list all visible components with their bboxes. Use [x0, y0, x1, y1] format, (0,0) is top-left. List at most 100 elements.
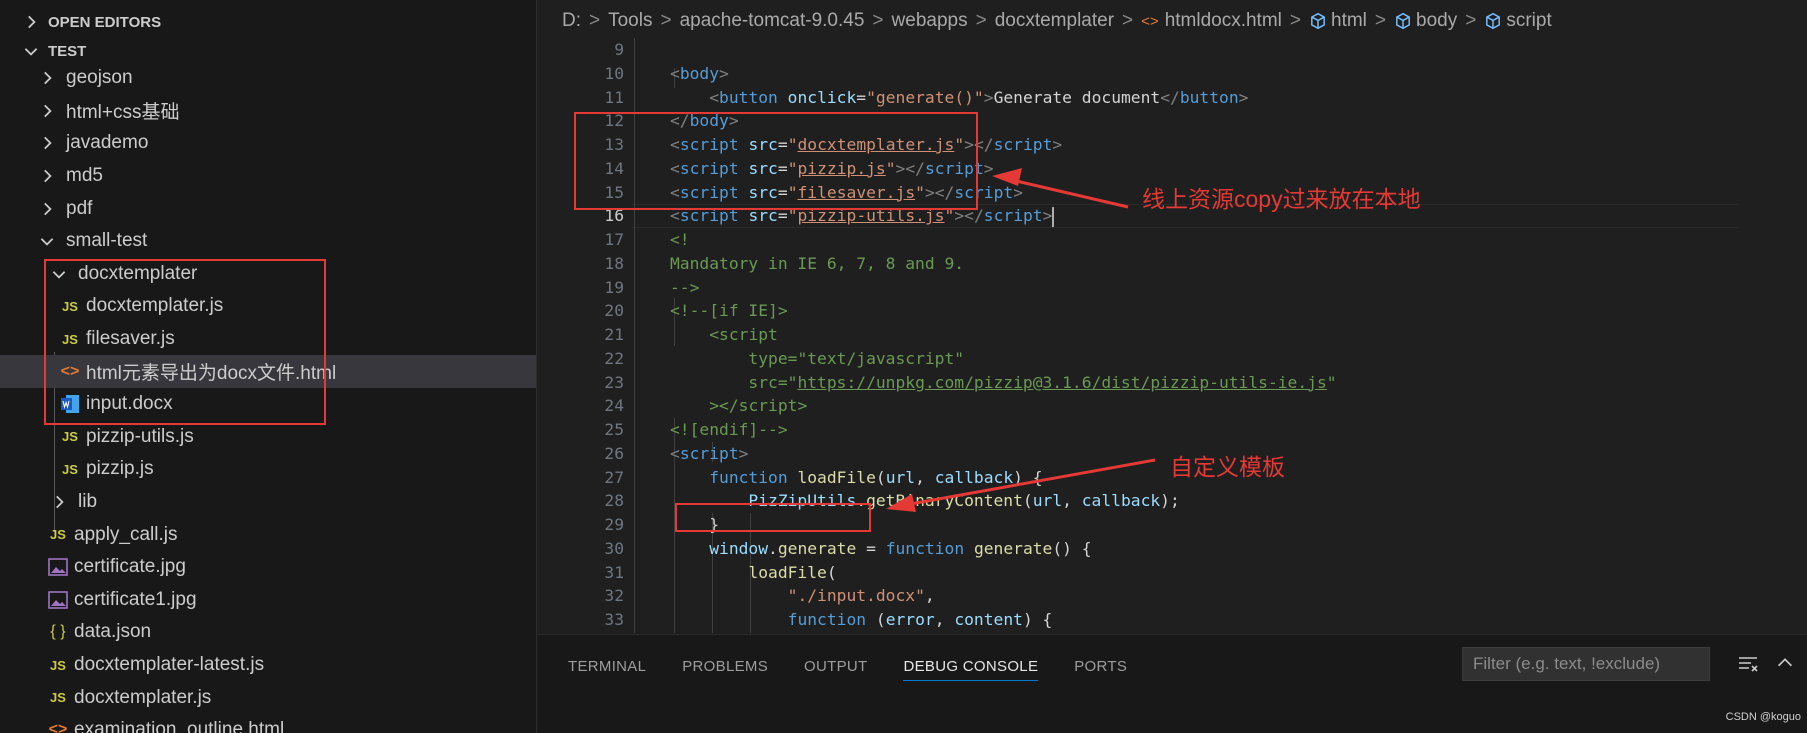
tree-file-pizzip-utils-js[interactable]: JS pizzip-utils.js [0, 421, 536, 454]
tree-folder-html-css[interactable]: html+css基础 [0, 95, 536, 128]
code-line[interactable]: <script [670, 323, 778, 347]
code-token: script [719, 325, 778, 344]
annotation-note-custom-template: 自定义模板 [1170, 454, 1285, 480]
filter-input[interactable]: Filter (e.g. text, !exclude) [1462, 647, 1710, 681]
tree-item-label: pdf [66, 197, 93, 219]
chevron-right-icon: > [1289, 10, 1301, 31]
chevron-right-icon [44, 169, 52, 183]
js-file-icon: JS [50, 690, 66, 706]
tree-folder-md5[interactable]: md5 [0, 160, 536, 193]
code-token: "text/javascript" [797, 348, 965, 368]
watermark: CSDN @koguo [1725, 711, 1801, 723]
code-line[interactable]: <![endif]--> [670, 418, 788, 442]
code-line[interactable]: <button onclick="generate()">Generate do… [670, 86, 1248, 110]
code-token: loadFile [797, 467, 876, 487]
tree-file-docxtemplater-latest-js[interactable]: JS docxtemplater-latest.js [0, 649, 536, 682]
tab-problems[interactable]: PROBLEMS [682, 653, 768, 681]
code-line[interactable]: <! [670, 228, 690, 252]
code-line[interactable]: window.generate = function generate() { [670, 537, 1091, 561]
code-line[interactable]: "./input.docx", [670, 584, 935, 608]
chevron-right-icon [44, 137, 52, 150]
breadcrumb-item[interactable]: htmldocx.html [1165, 10, 1282, 32]
chevron-right-icon: > [1374, 10, 1387, 31]
breadcrumb-item[interactable]: body [1416, 10, 1457, 32]
chevron-right-icon [28, 15, 36, 29]
chevron-right-icon: > [589, 10, 601, 31]
breadcrumb-item[interactable]: D: [562, 10, 581, 32]
json-file-icon: { } [50, 623, 66, 641]
tree-file-docxtemplater-js-2[interactable]: JS docxtemplater.js [0, 681, 536, 714]
code-token: script [983, 206, 1043, 226]
chevron-right-icon: > [660, 10, 672, 31]
tree-file-examination-outline-html[interactable]: <> examination_outline.html [0, 714, 536, 733]
workspace-label: TEST [48, 42, 87, 60]
symbol-element-icon [1396, 12, 1410, 30]
tab-output[interactable]: OUTPUT [804, 653, 867, 681]
chevron-right-icon: > [872, 10, 884, 31]
tree-item-label: md5 [66, 165, 103, 187]
line-number: 24 [604, 396, 624, 416]
code-line[interactable]: type="text/javascript" [670, 347, 964, 371]
tree-item-label: javademo [66, 132, 149, 154]
code-token: <! [670, 230, 690, 249]
tab-ports[interactable]: PORTS [1074, 653, 1127, 681]
line-number: 17 [604, 230, 624, 249]
code-line[interactable]: src="https://unpkg.com/pizzip@3.1.6/dist… [670, 371, 1336, 395]
chevron-up-icon[interactable] [1774, 652, 1796, 674]
code-token: callback [1081, 491, 1161, 511]
code-line[interactable]: --> [670, 276, 699, 300]
tree-file-apply-call-js[interactable]: JS apply_call.js [0, 518, 536, 551]
line-number: 20 [604, 301, 624, 321]
code-editor[interactable]: D: > Tools > apache-tomcat-9.0.45 > webapps… [538, 0, 1807, 633]
chevron-down-icon [24, 48, 38, 56]
tree-item-label: examination_outline.html [74, 719, 285, 733]
editor-scrollbar[interactable] [1796, 36, 1807, 633]
tree-item-label: html+css基础 [66, 102, 180, 124]
code-token: script [738, 396, 798, 416]
annotation-box-folder [44, 259, 326, 425]
tab-debug-console[interactable]: DEBUG CONSOLE [903, 653, 1039, 681]
code-line[interactable]: <!--[if IE]> [670, 299, 788, 323]
breadcrumb-item[interactable]: html [1331, 10, 1367, 32]
open-editors-header[interactable]: OPEN EDITORS [0, 7, 536, 37]
tree-file-certificate-jpg[interactable]: certificate.jpg [0, 551, 536, 584]
clear-console-icon[interactable] [1736, 652, 1760, 676]
tree-folder-lib[interactable]: lib [0, 486, 536, 519]
chevron-right-icon: > [1122, 10, 1134, 31]
code-token: generate [777, 538, 857, 558]
tab-terminal[interactable]: TERMINAL [568, 653, 646, 681]
line-number: 23 [604, 372, 624, 392]
breadcrumb-item[interactable]: webapps [892, 10, 968, 32]
breadcrumb-item[interactable]: script [1506, 10, 1551, 32]
tree-item-label: geojson [66, 67, 133, 89]
tree-folder-small-test[interactable]: small-test [0, 225, 536, 258]
js-file-icon: JS [62, 461, 78, 477]
code-line[interactable]: loadFile( [670, 561, 836, 585]
breadcrumb-item[interactable]: Tools [608, 10, 652, 32]
tree-file-pizzip-js[interactable]: JS pizzip.js [0, 453, 536, 486]
html-file-icon: <> [48, 721, 68, 733]
code-token: function [787, 610, 867, 629]
tree-item-label: certificate1.jpg [74, 588, 197, 610]
line-number: 25 [604, 420, 624, 439]
code-line[interactable]: Mandatory in IE 6, 7, 8 and 9. [670, 252, 964, 276]
chevron-right-icon [44, 202, 52, 215]
breadcrumb-item[interactable]: docxtemplater [995, 10, 1114, 32]
tree-file-data-json[interactable]: { } data.json [0, 616, 536, 649]
code-line[interactable]: function (error, content) { [670, 608, 1053, 632]
chevron-right-icon [44, 104, 52, 118]
code-line[interactable]: <script> [670, 442, 748, 466]
line-number: 22 [604, 348, 624, 368]
tree-file-certificate1-jpg[interactable]: certificate1.jpg [0, 584, 536, 617]
line-number: 28 [604, 491, 624, 511]
tree-folder-javademo[interactable]: javademo [0, 127, 536, 160]
code-line[interactable]: function loadFile(url, callback) { [670, 466, 1042, 490]
code-token: generate [973, 538, 1053, 558]
code-token[interactable]: https://unpkg.com/pizzip@3.1.6/dist/pizz… [797, 373, 1326, 392]
code-line[interactable]: ></script> [670, 394, 807, 418]
tree-folder-geojson[interactable]: geojson [0, 62, 536, 95]
tree-folder-pdf[interactable]: pdf [0, 192, 536, 225]
breadcrumb-item[interactable]: apache-tomcat-9.0.45 [680, 10, 865, 32]
image-file-icon [48, 591, 68, 609]
code-line[interactable]: <body> [670, 62, 729, 86]
